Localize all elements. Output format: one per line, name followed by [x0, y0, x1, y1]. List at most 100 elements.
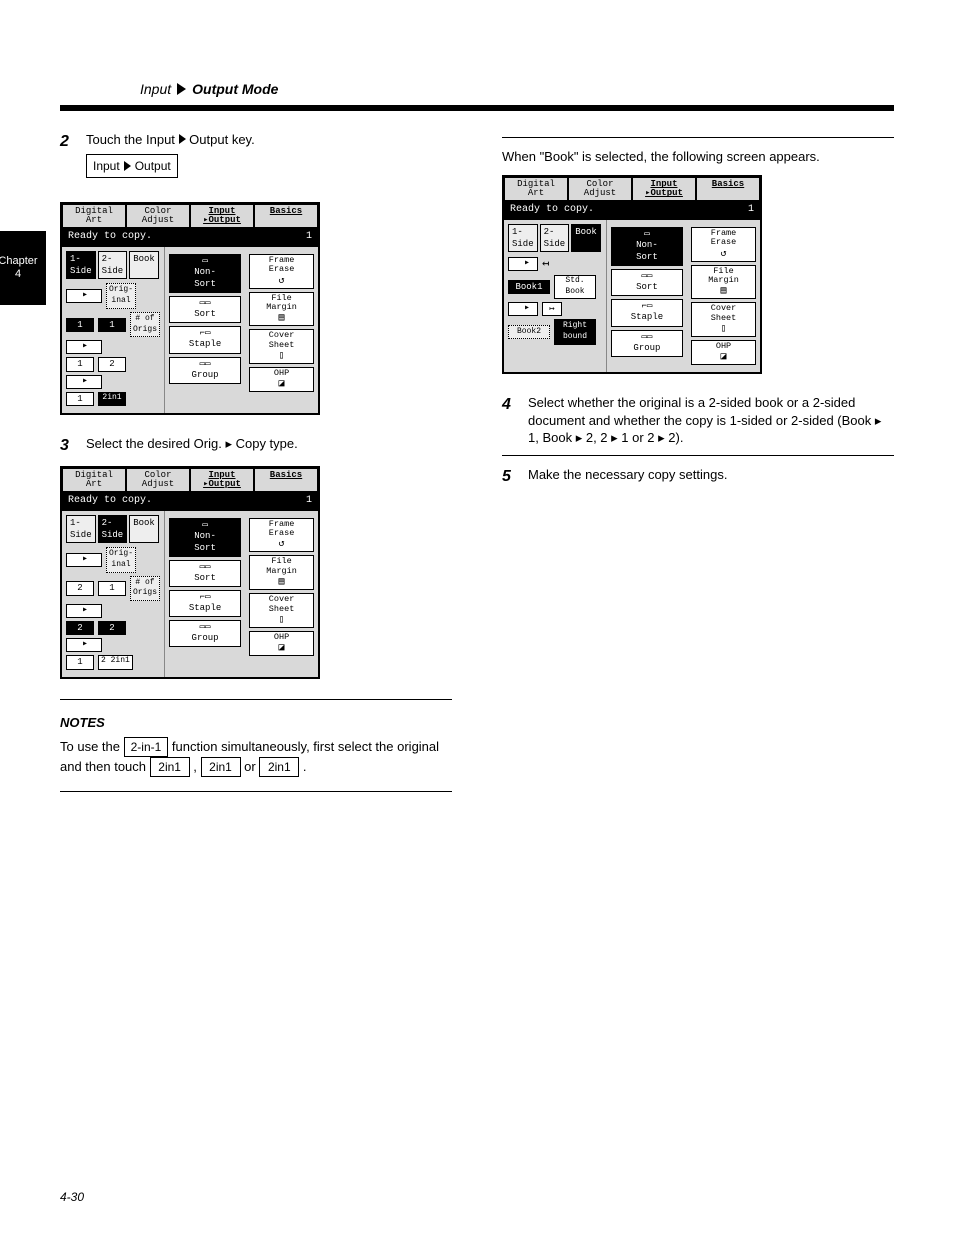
- btn-nonsort[interactable]: ▭Non- Sort: [169, 254, 241, 293]
- option-row[interactable]: 1 2: [66, 357, 160, 371]
- btn-frame-erase[interactable]: Frame Erase↺: [249, 254, 314, 289]
- step-4-num: 4: [502, 394, 518, 447]
- option-row[interactable]: 2 1 # of Origs: [66, 576, 160, 602]
- btn-file-margin[interactable]: File Margin▤: [249, 555, 314, 590]
- btn-cover-sheet[interactable]: Cover Sheet▯: [249, 329, 314, 364]
- option-row[interactable]: ↤: [508, 256, 602, 272]
- header-rule: [60, 105, 894, 111]
- panel-status: Ready to copy. 1: [62, 227, 318, 247]
- step-4: 4 Select whether the original is a 2-sid…: [502, 394, 894, 447]
- subtab-1side[interactable]: 1- Side: [508, 224, 538, 252]
- option-row[interactable]: 1 2in1: [66, 392, 160, 406]
- right-intro: When "Book" is selected, the following s…: [502, 148, 894, 166]
- option-row[interactable]: [66, 340, 160, 354]
- tab-digital-art[interactable]: Digital Art: [504, 177, 568, 200]
- tab-digital-art[interactable]: Digital Art: [62, 468, 126, 491]
- input-output-key[interactable]: Input Output: [86, 154, 178, 178]
- subtab-2side[interactable]: 2- Side: [98, 515, 128, 543]
- notes-heading: NOTES: [60, 714, 452, 732]
- original-badge: Orig- inal: [106, 547, 136, 573]
- btn-sort[interactable]: ▭▭Sort: [169, 296, 241, 323]
- btn-right-bound[interactable]: Right bound: [554, 319, 596, 345]
- orig-copy-icon: [66, 289, 102, 303]
- btn-nonsort[interactable]: ▭Non- Sort: [169, 518, 241, 557]
- btn-group[interactable]: ▭▭Group: [169, 357, 241, 384]
- btn-std-book[interactable]: Std. Book: [554, 275, 596, 299]
- tab-basics[interactable]: Basics: [696, 177, 760, 200]
- tab-basics[interactable]: Basics: [254, 468, 318, 491]
- option-row[interactable]: ↦: [508, 302, 602, 316]
- step-5: 5 Make the necessary copy settings.: [502, 466, 894, 488]
- step-2-num: 2: [60, 131, 76, 193]
- option-row[interactable]: [66, 638, 160, 652]
- tab-basics[interactable]: Basics: [254, 204, 318, 227]
- btn-frame-erase[interactable]: Frame Erase↺: [249, 518, 314, 553]
- page-header: Input Output Mode: [140, 80, 894, 99]
- num-origs-badge: # of Origs: [130, 576, 160, 602]
- step-4-text: Select whether the original is a 2-sided…: [528, 394, 894, 447]
- tab-color-adjust[interactable]: Color Adjust: [126, 468, 190, 491]
- orig-copy-icon: [66, 604, 102, 618]
- btn-file-margin[interactable]: File Margin▤: [249, 292, 314, 327]
- header-prefix: Input: [140, 80, 171, 99]
- step-5-num: 5: [502, 466, 518, 488]
- btn-ohp[interactable]: OHP◪: [249, 631, 314, 656]
- btn-nonsort[interactable]: ▭Non- Sort: [611, 227, 683, 266]
- btn-sort[interactable]: ▭▭Sort: [611, 269, 683, 296]
- tab-input-output[interactable]: Input ▸Output: [632, 177, 696, 200]
- btn-book2[interactable]: Book2: [508, 325, 550, 340]
- subtab-1side[interactable]: 1- Side: [66, 251, 96, 279]
- option-row[interactable]: [66, 375, 160, 389]
- btn-file-margin[interactable]: File Margin▤: [691, 265, 756, 300]
- option-row[interactable]: Orig- inal: [66, 283, 160, 309]
- subtab-1side[interactable]: 1- Side: [66, 515, 96, 543]
- copier-panel-3: Digital Art Color Adjust Input ▸Output B…: [502, 175, 762, 374]
- orig-copy-icon: [66, 375, 102, 389]
- option-row[interactable]: Book1 Std. Book: [508, 275, 602, 299]
- btn-staple[interactable]: ⌐▭Staple: [169, 590, 241, 617]
- divider: [502, 455, 894, 456]
- btn-sort[interactable]: ▭▭Sort: [169, 560, 241, 587]
- option-row[interactable]: 2 2: [66, 621, 160, 635]
- key-2in1[interactable]: 2-in-1: [124, 737, 169, 757]
- copier-panel-2: Digital Art Color Adjust Input ▸Output B…: [60, 466, 320, 678]
- tab-color-adjust[interactable]: Color Adjust: [568, 177, 632, 200]
- step-5-text: Make the necessary copy settings.: [528, 466, 894, 488]
- orig-copy-icon: [66, 340, 102, 354]
- page-number: 4-30: [60, 1189, 84, 1205]
- subtab-2side[interactable]: 2- Side: [98, 251, 128, 279]
- btn-ohp[interactable]: OHP◪: [691, 340, 756, 365]
- btn-staple[interactable]: ⌐▭Staple: [169, 326, 241, 353]
- tab-input-output[interactable]: Input ▸Output: [190, 204, 254, 227]
- orig-copy-icon: [66, 638, 102, 652]
- tab-digital-art[interactable]: Digital Art: [62, 204, 126, 227]
- key-2in1[interactable]: 2in1: [150, 757, 190, 777]
- btn-group[interactable]: ▭▭Group: [611, 330, 683, 357]
- note-rule-bottom: [60, 791, 452, 792]
- note-rule-top: [60, 699, 452, 700]
- side-subtabs: 1- Side 2- Side Book: [66, 251, 160, 279]
- key-2in1[interactable]: 2in1: [201, 757, 241, 777]
- tab-input-output[interactable]: Input ▸Output: [190, 468, 254, 491]
- key-2in1[interactable]: 2in1: [259, 757, 299, 777]
- btn-frame-erase[interactable]: Frame Erase↺: [691, 227, 756, 262]
- step-2-key: Output: [189, 132, 228, 147]
- book-icon: [508, 302, 538, 316]
- option-row[interactable]: 1 2 2in1: [66, 655, 160, 669]
- btn-cover-sheet[interactable]: Cover Sheet▯: [691, 302, 756, 337]
- btn-group[interactable]: ▭▭Group: [169, 620, 241, 647]
- subtab-2side[interactable]: 2- Side: [540, 224, 570, 252]
- btn-ohp[interactable]: OHP◪: [249, 367, 314, 392]
- btn-cover-sheet[interactable]: Cover Sheet▯: [249, 593, 314, 628]
- btn-staple[interactable]: ⌐▭Staple: [611, 299, 683, 326]
- subtab-book[interactable]: Book: [129, 515, 159, 543]
- subtab-book[interactable]: Book: [571, 224, 601, 252]
- option-row[interactable]: Book2 Right bound: [508, 319, 602, 345]
- option-row[interactable]: 1 1 # of Origs: [66, 312, 160, 338]
- btn-book1[interactable]: Book1: [508, 280, 550, 294]
- option-row[interactable]: Orig- inal: [66, 547, 160, 573]
- header-suffix: Output Mode: [192, 80, 278, 99]
- option-row[interactable]: [66, 604, 160, 618]
- subtab-book[interactable]: Book: [129, 251, 159, 279]
- tab-color-adjust[interactable]: Color Adjust: [126, 204, 190, 227]
